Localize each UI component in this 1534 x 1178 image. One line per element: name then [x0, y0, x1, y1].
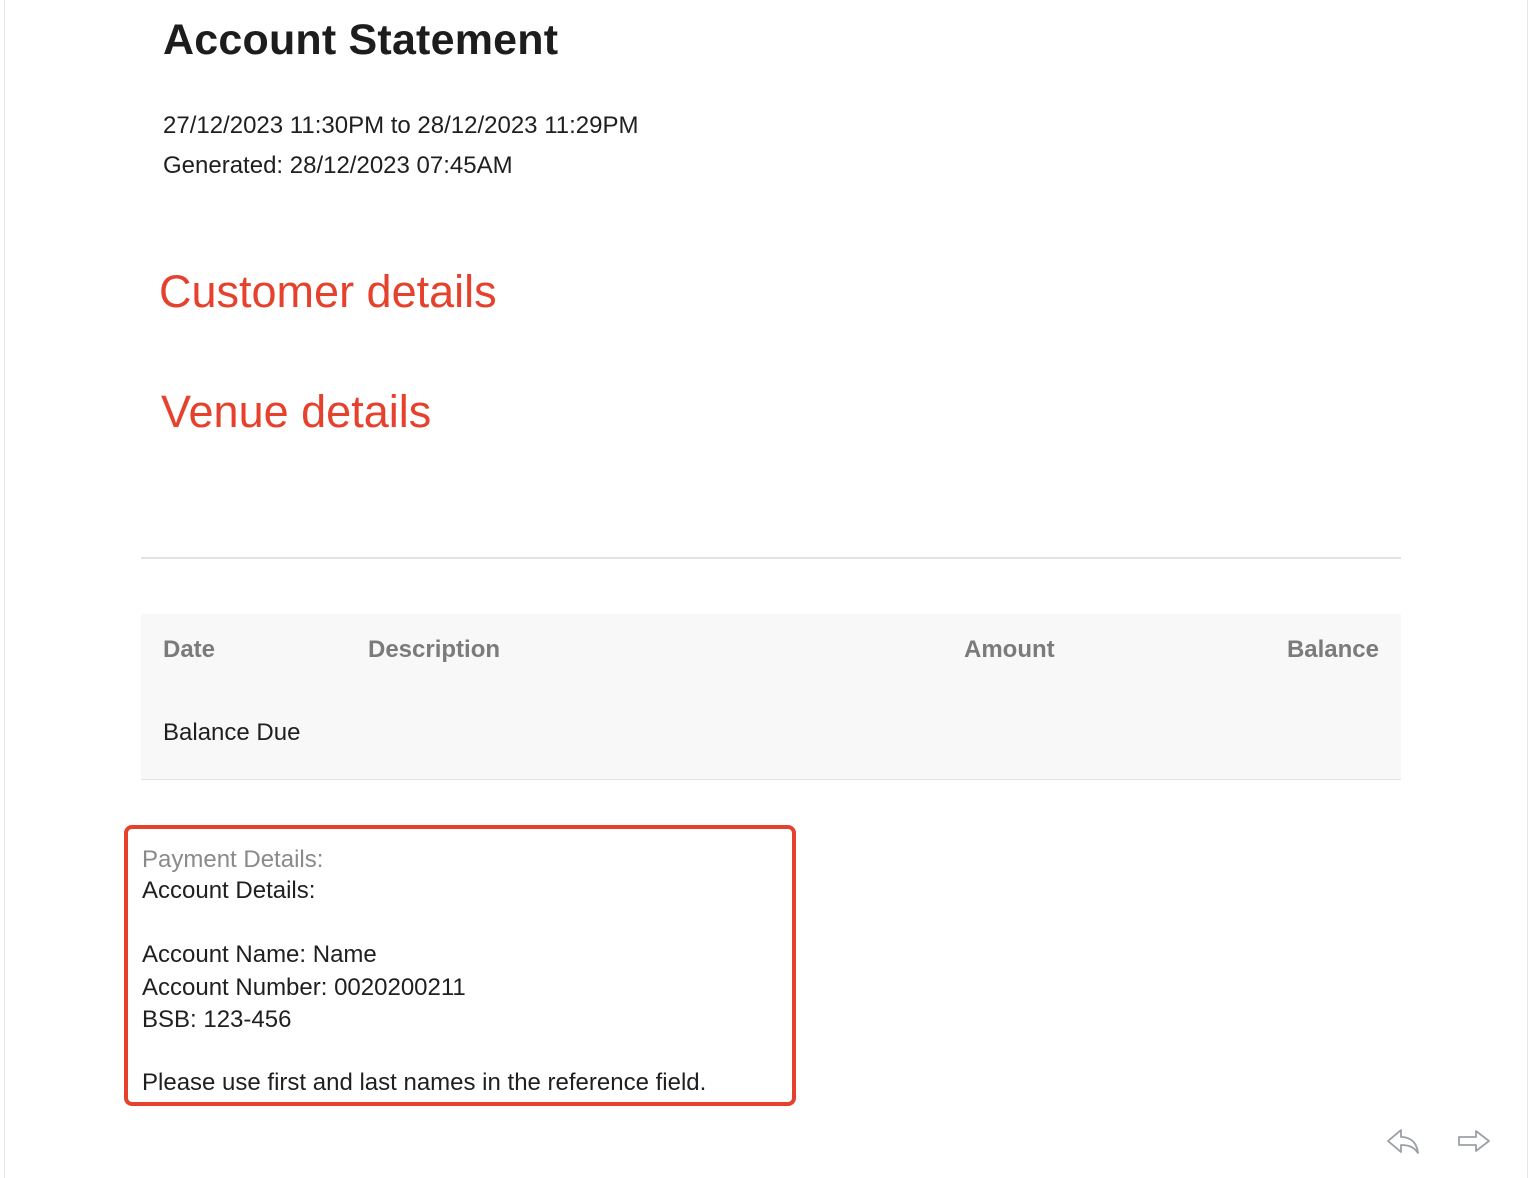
column-header-balance: Balance [1286, 636, 1379, 663]
statement-table: Date Description Amount Balance Balance … [141, 614, 1401, 780]
forward-icon[interactable] [1456, 1124, 1492, 1158]
column-header-amount: Amount [964, 636, 1055, 663]
divider [141, 557, 1401, 559]
venue-details-heading: Venue details [161, 386, 432, 437]
column-header-description: Description [368, 636, 501, 663]
page-title: Account Statement [163, 16, 559, 64]
bsb-number: BSB: 123-456 [142, 1006, 292, 1033]
balance-due-cell: Balance Due [163, 719, 301, 746]
payment-details-box: Payment Details: Account Details: Accoun… [124, 825, 796, 1106]
account-number: Account Number: 0020200211 [142, 974, 466, 1001]
reference-note: Please use first and last names in the r… [142, 1069, 707, 1096]
statement-page: Account Statement 27/12/2023 11:30PM to … [4, 0, 1528, 1178]
account-name: Account Name: Name [142, 941, 377, 968]
reply-icon-graphic [1387, 1129, 1419, 1154]
generated-timestamp: Generated: 28/12/2023 07:45AM [163, 152, 513, 179]
statement-period: 27/12/2023 11:30PM to 28/12/2023 11:29PM [163, 112, 639, 139]
customer-details-heading: Customer details [159, 266, 497, 317]
account-details-label: Account Details: [142, 877, 316, 904]
column-header-date: Date [163, 636, 216, 663]
forward-icon-graphic [1458, 1130, 1490, 1152]
reply-icon[interactable] [1385, 1124, 1421, 1158]
payment-details-label: Payment Details: [142, 846, 324, 873]
